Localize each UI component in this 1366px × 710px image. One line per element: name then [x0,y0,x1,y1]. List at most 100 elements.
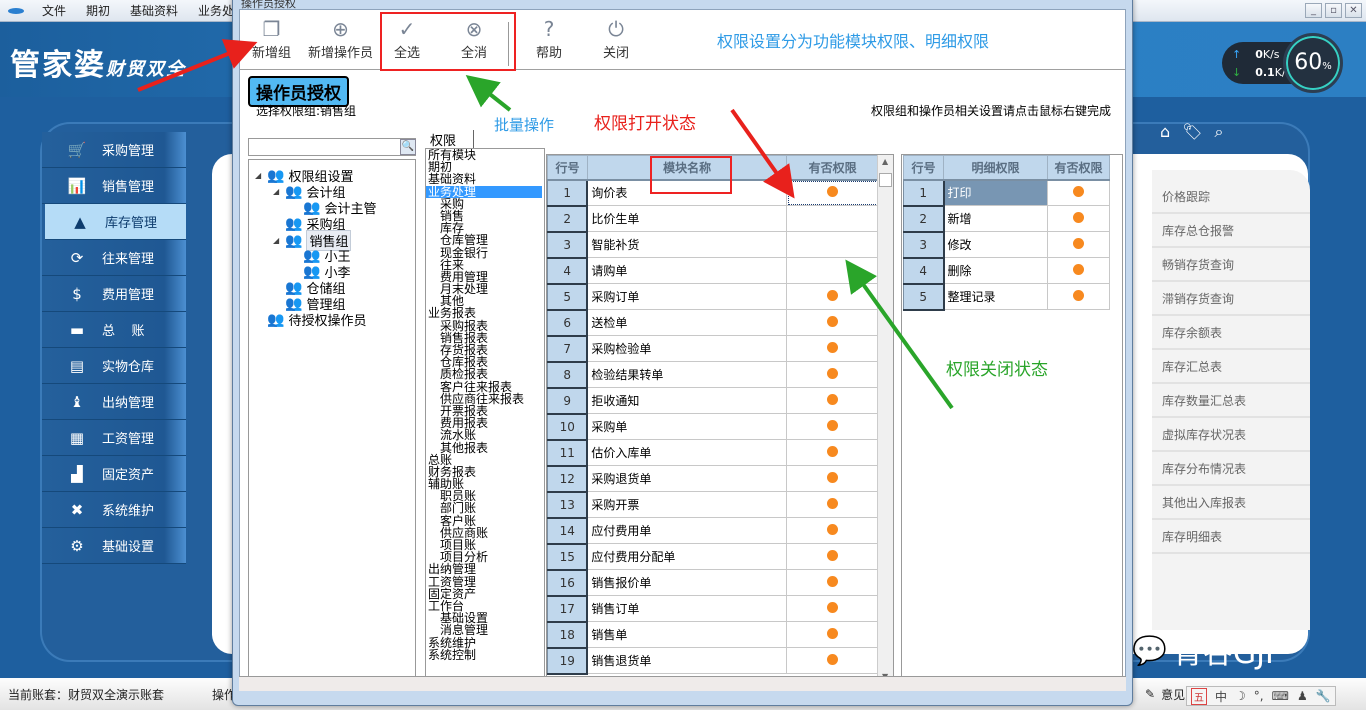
permission-toggle[interactable] [786,647,879,674]
sidebar-item-sales[interactable]: 📊 销售管理 [42,168,186,204]
report-link[interactable]: 虚拟库存状况表 [1152,418,1310,452]
wrench-icon[interactable]: 🔧 [1316,689,1331,703]
module-list-item[interactable]: 质检报表 [426,368,544,380]
ime-lang[interactable]: 中 [1215,688,1227,705]
sidebar-item-cashier[interactable]: ♝ 出纳管理 [42,384,186,420]
report-link[interactable]: 其他出入库报表 [1152,486,1310,520]
permission-toggle[interactable] [786,387,879,414]
permission-toggle[interactable] [786,205,879,232]
permission-toggle[interactable] [1047,231,1110,258]
module-list-item[interactable]: 部门账 [426,502,544,514]
table-row[interactable]: 18 销售单 [547,621,879,649]
module-list-item[interactable]: 仓库管理 [426,234,544,246]
user-icon[interactable]: ♟ [1297,689,1308,703]
module-list-item[interactable]: 出纳管理 [426,563,544,575]
report-link[interactable]: 库存总仓报警 [1152,214,1310,248]
table-row[interactable]: 8 检验结果转单 [547,361,879,389]
help-button[interactable]: ? 帮助 [536,16,562,61]
module-list-item[interactable]: 流水账 [426,429,544,441]
permission-toggle[interactable] [1047,179,1110,206]
table-row[interactable]: 10 采购单 [547,413,879,441]
module-list-item[interactable]: 业务处理 [426,185,542,198]
table-row[interactable]: 12 采购退货单 [547,465,879,493]
permission-toggle[interactable] [1047,205,1110,232]
cpu-gauge[interactable]: 60% [1283,33,1343,93]
sidebar-item-purchase[interactable]: 🛒 采购管理 [42,132,186,168]
report-link[interactable]: 库存余额表 [1152,316,1310,350]
permission-toggle[interactable] [786,439,879,466]
sidebar-item-payroll[interactable]: ▦ 工资管理 [42,420,186,456]
table-row[interactable]: 9 拒收通知 [547,387,879,415]
group-search-input[interactable] [248,138,416,156]
permission-toggle[interactable] [786,231,879,258]
sidebar-item-ledger[interactable]: ▬ 总 账 [42,312,186,348]
table-row[interactable]: 1 打印 [903,179,1110,207]
ime-toolbar[interactable]: 五 中 ☽ °, ⌨ ♟ 🔧 [1186,686,1336,706]
permission-toggle[interactable] [786,257,879,284]
menu-file[interactable]: 文件 [32,2,76,19]
tag-icon[interactable]: 🏷 [1182,122,1202,142]
table-row[interactable]: 5 整理记录 [903,283,1110,311]
moon-icon[interactable]: ☽ [1235,689,1246,703]
module-list-item[interactable]: 消息管理 [426,624,544,636]
expand-triangle-icon[interactable]: ◢ [273,187,281,196]
table-row[interactable]: 17 销售订单 [547,595,879,623]
table-row[interactable]: 2 比价生单 [547,205,879,233]
report-link[interactable]: 库存明细表 [1152,520,1310,554]
permission-toggle[interactable] [1047,257,1110,284]
table-row[interactable]: 11 估价入库单 [547,439,879,467]
menu-basic-data[interactable]: 基础资料 [120,2,188,19]
table-row[interactable]: 14 应付费用单 [547,517,879,545]
scroll-up-icon[interactable]: ▲ [882,157,888,166]
module-list-item[interactable]: 系统控制 [426,649,544,661]
punct-icon[interactable]: °, [1254,689,1264,703]
sidebar-item-system[interactable]: ✖ 系统维护 [42,492,186,528]
table-row[interactable]: 5 采购订单 [547,283,879,311]
table-row[interactable]: 15 应付费用分配单 [547,543,879,571]
vertical-scrollbar[interactable]: ▲ ▼ [877,155,893,683]
module-list-item[interactable]: 业务报表 [426,307,544,319]
module-list-item[interactable]: 其他报表 [426,441,544,454]
search-icon[interactable]: ⌕ [1214,122,1223,142]
permission-toggle[interactable] [786,517,879,544]
table-row[interactable]: 3 修改 [903,231,1110,259]
close-button[interactable]: ⏻ 关闭 [603,16,629,61]
minimize-button[interactable]: _ [1305,3,1322,18]
permission-toggle[interactable] [786,465,879,492]
menu-opening[interactable]: 期初 [76,2,120,19]
table-row[interactable]: 7 采购检验单 [547,335,879,363]
permission-toggle[interactable] [786,335,879,362]
permission-toggle[interactable] [786,543,879,570]
table-row[interactable]: 4 删除 [903,257,1110,285]
expand-triangle-icon[interactable]: ◢ [255,171,263,180]
keyboard-icon[interactable]: ⌨ [1272,689,1289,703]
permission-toggle[interactable] [786,283,879,310]
expand-triangle-icon[interactable]: ◢ [273,236,281,245]
sidebar-item-warehouse[interactable]: ▤ 实物仓库 [42,348,186,384]
scroll-thumb[interactable] [879,173,892,187]
module-list-item[interactable]: 工资管理 [426,575,544,588]
table-row[interactable]: 2 新增 [903,205,1110,233]
table-row[interactable]: 13 采购开票 [547,491,879,519]
table-row[interactable]: 4 请购单 [547,257,879,285]
module-list-item[interactable]: 客户往来报表 [426,380,544,393]
table-row[interactable]: 19 销售退货单 [547,647,879,675]
report-link[interactable]: 库存数量汇总表 [1152,384,1310,418]
module-list-item[interactable]: 系统维护 [426,636,544,649]
tab-permissions[interactable]: 权限 [424,130,474,150]
report-link[interactable]: 滞销存货查询 [1152,282,1310,316]
module-list-item[interactable]: 现金银行 [426,246,544,259]
permission-toggle[interactable] [786,361,879,388]
sidebar-item-expense[interactable]: $ 费用管理 [42,276,186,312]
tree-node[interactable]: 👥 待授权操作员 [255,310,366,330]
module-list-item[interactable]: 采购报表 [426,320,544,332]
ime-mode[interactable]: 五 [1191,687,1207,705]
permission-toggle[interactable] [786,595,879,622]
sidebar-item-settings[interactable]: ⚙ 基础设置 [42,528,186,564]
permission-toggle[interactable] [786,621,879,648]
permission-toggle[interactable] [786,179,879,206]
permission-toggle[interactable] [786,413,879,440]
module-list-item[interactable]: 基础资料 [426,173,544,185]
new-group-button[interactable]: ❐ 新增组 [252,16,291,61]
table-row[interactable]: 6 送检单 [547,309,879,337]
